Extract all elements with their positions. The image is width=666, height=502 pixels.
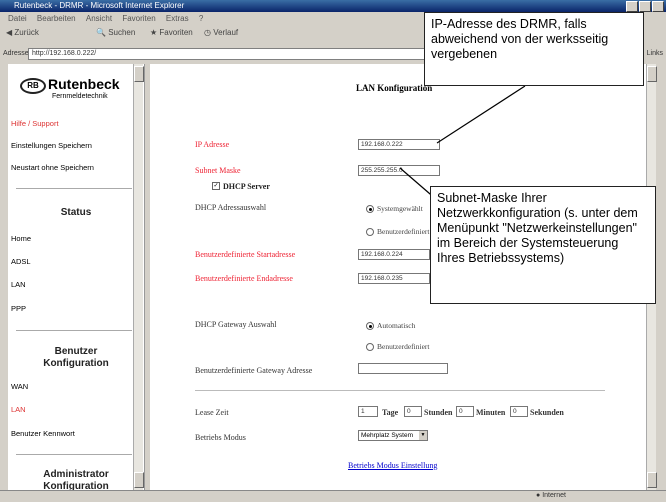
operating-mode-label: Betriebs Modus [195, 433, 246, 442]
lease-days-input[interactable]: 1 [358, 406, 378, 417]
page-title: LAN Konfiguration [356, 83, 433, 93]
window-title: Rutenbeck - DRMR - Microsoft Internet Ex… [14, 1, 185, 10]
back-label: Zurück [14, 28, 39, 37]
gateway-auto-label: Automatisch [377, 321, 416, 330]
operating-mode-select[interactable]: Mehrplatz System ▼ [358, 430, 428, 441]
dhcp-server-label: DHCP Server [223, 182, 270, 191]
ip-address-input[interactable]: 192.168.0.222 [358, 139, 440, 150]
sidebar-frame: RB Rutenbeck Fernmeldetechnik Hilfe / Su… [8, 64, 145, 492]
sidebar-item-wan[interactable]: WAN [11, 382, 28, 391]
brand-subtitle: Fernmeldetechnik [52, 93, 108, 100]
ip-address-label: IP Adresse [195, 140, 230, 149]
address-label: Adresse [3, 50, 29, 57]
dhcp-gateway-selection-label: DHCP Gateway Auswahl [195, 320, 277, 329]
status-bar: ● Internet [0, 490, 666, 502]
search-label: Suchen [108, 28, 136, 37]
favorites-label: Favoriten [159, 28, 193, 37]
dhcp-address-user-radio[interactable] [366, 228, 374, 236]
sidebar-item-home[interactable]: Home [11, 234, 31, 243]
chevron-down-icon: ▼ [419, 431, 427, 440]
ip-address-callout: IP-Adresse des DRMR, falls abweichend vo… [424, 12, 644, 86]
sidebar-section-benutzer-line2: Konfiguration [43, 358, 109, 369]
menu-item-help[interactable]: ? [199, 14, 203, 23]
sidebar-item-help[interactable]: Hilfe / Support [11, 119, 59, 128]
lease-days-unit: Tage [382, 408, 399, 417]
sidebar-item-save-settings[interactable]: Einstellungen Speichern [11, 141, 92, 150]
sidebar-section-benutzer-line1: Benutzer [54, 346, 98, 357]
menu-item-datei[interactable]: Datei [8, 14, 27, 23]
minimize-button[interactable] [626, 1, 638, 12]
sidebar-item-lan-status[interactable]: LAN [11, 280, 26, 289]
content-divider [195, 390, 605, 391]
sidebar-divider [16, 330, 132, 331]
operating-mode-value: Mehrplatz System [361, 432, 414, 439]
sidebar-item-lan-config[interactable]: LAN [11, 405, 26, 414]
brand-name: Rutenbeck [48, 76, 120, 92]
subnet-mask-label: Subnet Maske [195, 166, 241, 175]
internet-zone: ● Internet [536, 492, 566, 499]
links-label[interactable]: Links [647, 50, 663, 57]
lease-hours-unit: Stunden [424, 408, 453, 417]
sidebar-section-benutzer: Benutzer Konfiguration [8, 346, 144, 370]
sidebar-divider [16, 188, 132, 189]
maximize-button[interactable] [639, 1, 651, 12]
gateway-user-label: Benutzerdefiniert [377, 342, 430, 351]
sidebar-section-status: Status [60, 207, 92, 218]
end-address-label: Benutzerdefinierte Endadresse [195, 274, 293, 283]
lease-minutes-unit: Minuten [476, 408, 506, 417]
sidebar-item-restart[interactable]: Neustart ohne Speichern [11, 163, 94, 172]
gateway-auto-radio[interactable] [366, 322, 374, 330]
subnet-mask-input[interactable]: 255.255.255.0 [358, 165, 440, 176]
lease-hours-input[interactable]: 0 [404, 406, 422, 417]
dhcp-address-system-radio[interactable] [366, 205, 374, 213]
operating-mode-settings-link[interactable]: Betriebs Modus Einstellung [348, 461, 437, 470]
lease-minutes-input[interactable]: 0 [456, 406, 474, 417]
gateway-user-radio[interactable] [366, 343, 374, 351]
sidebar-item-ppp[interactable]: PPP [11, 304, 26, 313]
sidebar-scrollbar[interactable] [133, 64, 144, 490]
end-address-input[interactable]: 192.168.0.235 [358, 273, 430, 284]
start-address-input[interactable]: 192.168.0.224 [358, 249, 430, 260]
scroll-down-arrow[interactable] [134, 472, 144, 488]
scroll-down-arrow[interactable] [647, 472, 657, 488]
window-titlebar: Rutenbeck - DRMR - Microsoft Internet Ex… [0, 0, 666, 12]
lease-seconds-unit: Sekunden [530, 408, 564, 417]
history-label: Verlauf [213, 28, 239, 37]
sidebar-item-adsl[interactable]: ADSL [11, 257, 31, 266]
history-button[interactable]: ◷ Verlauf [204, 28, 238, 37]
menu-item-bearbeiten[interactable]: Bearbeiten [37, 14, 76, 23]
sidebar-section-admin-line1: Administrator [43, 469, 109, 480]
favorites-button[interactable]: ★ Favoriten [150, 28, 193, 37]
subnet-mask-callout: Subnet-Maske Ihrer Netzwerkkonfiguration… [430, 186, 656, 304]
sidebar-item-user-password[interactable]: Benutzer Kennwort [11, 429, 75, 438]
rutenbeck-logo-icon: RB [20, 78, 46, 94]
start-address-label: Benutzerdefinierte Startadresse [195, 250, 296, 259]
lease-seconds-input[interactable]: 0 [510, 406, 528, 417]
close-button[interactable] [652, 1, 664, 12]
gateway-address-input[interactable] [358, 363, 448, 374]
dhcp-address-selection-label: DHCP Adressauswahl [195, 203, 267, 212]
back-button[interactable]: ◀ Zurück [6, 28, 39, 37]
sidebar-divider [16, 454, 132, 455]
gateway-address-label: Benutzerdefinierte Gateway Adresse [195, 366, 313, 375]
dhcp-address-system-label: Systemgewählt [377, 204, 423, 213]
internet-zone-label: Internet [542, 492, 566, 499]
dhcp-server-checkbox[interactable]: ✓ [212, 182, 220, 190]
menu-item-favoriten[interactable]: Favoriten [122, 14, 155, 23]
lease-time-label: Lease Zeit [195, 408, 229, 417]
scroll-up-arrow[interactable] [134, 66, 144, 82]
search-button[interactable]: 🔍 Suchen [96, 28, 135, 37]
scroll-up-arrow[interactable] [647, 66, 657, 82]
menu-item-extras[interactable]: Extras [166, 14, 189, 23]
dhcp-address-user-label: Benutzerdefiniert [377, 227, 430, 236]
menu-item-ansicht[interactable]: Ansicht [86, 14, 112, 23]
